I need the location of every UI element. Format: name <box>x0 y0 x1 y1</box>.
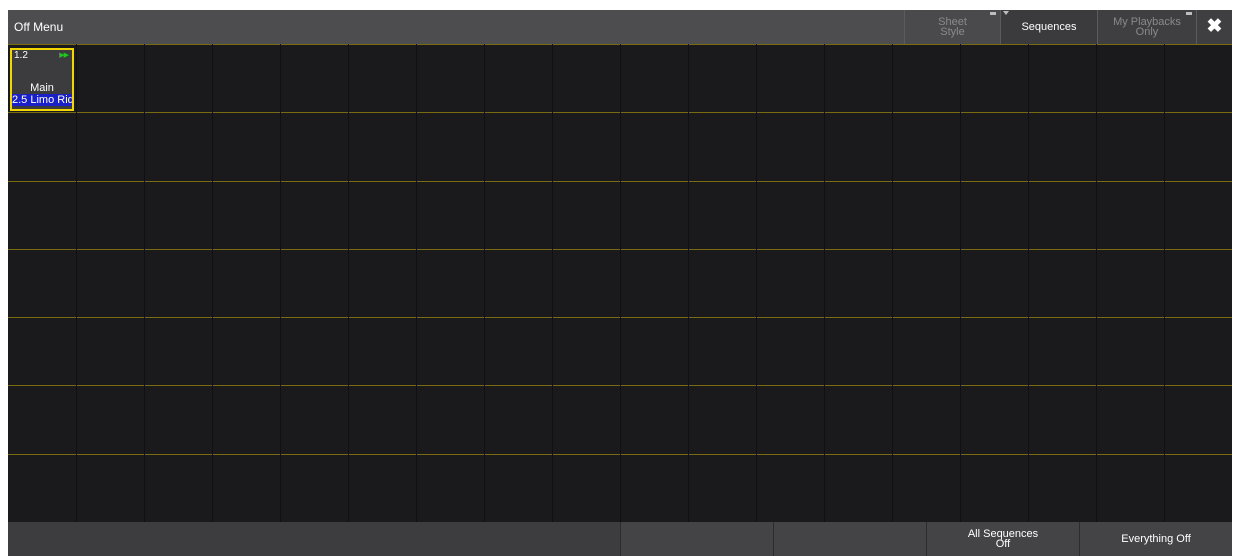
grid-column-divider <box>144 44 145 522</box>
everything-off-button[interactable]: Everything Off <box>1079 522 1232 556</box>
grid-column-divider <box>416 44 417 522</box>
grid-column-divider <box>484 44 485 522</box>
window-title: Off Menu <box>14 20 64 34</box>
play-status-icon: ▶▶ <box>59 52 69 59</box>
bottom-empty-button-1[interactable] <box>620 522 773 556</box>
my-playbacks-only-button[interactable]: My Playbacks Only <box>1097 10 1196 44</box>
playback-number: 1.2 <box>14 50 28 61</box>
grid-column-divider <box>756 44 757 522</box>
grid-column-divider <box>552 44 553 522</box>
grid-column-divider <box>960 44 961 522</box>
close-button[interactable]: ✖ <box>1196 10 1232 44</box>
grid-column-divider <box>1028 44 1029 522</box>
title-bar: Off Menu Sheet Style Sequences My Playba… <box>8 10 1232 44</box>
bottom-empty-button-2[interactable] <box>773 522 926 556</box>
grid-column-divider <box>348 44 349 522</box>
playback-cell-1-2[interactable]: 1.2 ▶▶ Main 2.5 Limo Rid <box>10 48 74 111</box>
grid-column-divider <box>620 44 621 522</box>
toggle-indicator-icon <box>990 12 996 15</box>
all-sequences-off-button[interactable]: All Sequences Off <box>926 522 1079 556</box>
grid-column-divider <box>1096 44 1097 522</box>
grid-column-divider <box>824 44 825 522</box>
off-menu-window: Off Menu Sheet Style Sequences My Playba… <box>8 10 1232 556</box>
current-cue: 2.5 Limo Rid <box>12 94 72 106</box>
sheet-style-button[interactable]: Sheet Style <box>904 10 1000 44</box>
dropdown-indicator-icon <box>1003 11 1009 15</box>
grid-column-divider <box>280 44 281 522</box>
playback-grid: 1.2 ▶▶ Main 2.5 Limo Rid <box>8 44 1232 522</box>
close-icon: ✖ <box>1206 16 1223 37</box>
grid-column-divider <box>892 44 893 522</box>
grid-column-divider <box>76 44 77 522</box>
sheet-style-label-line2: Style <box>940 26 965 38</box>
grid-column-divider <box>688 44 689 522</box>
my-playbacks-label-line2: Only <box>1135 26 1159 38</box>
grid-column-divider <box>212 44 213 522</box>
sequence-name: Main <box>30 82 54 94</box>
grid-column-divider <box>1164 44 1165 522</box>
toggle-indicator-icon <box>1186 12 1192 15</box>
bottom-bar: All Sequences Off Everything Off <box>8 522 1232 556</box>
bottom-empty-segment <box>8 522 620 556</box>
all-sequences-label-line2: Off <box>995 538 1011 550</box>
sequences-button[interactable]: Sequences <box>1000 10 1097 44</box>
sequences-label: Sequences <box>1021 21 1077 33</box>
everything-off-label: Everything Off <box>1121 533 1191 545</box>
